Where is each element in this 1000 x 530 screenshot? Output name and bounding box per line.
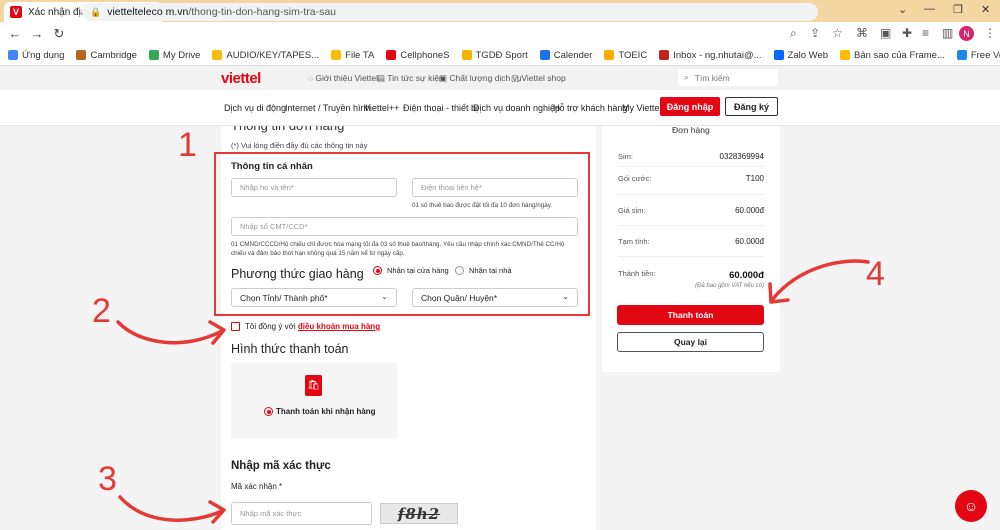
arrow-3-curve: [118, 495, 224, 522]
annotation-arrows: [116, 259, 870, 524]
chat-support-icon[interactable]: ☺: [955, 490, 987, 522]
arrow-2-curve: [116, 320, 224, 345]
arrow-4-curve: [770, 259, 870, 302]
